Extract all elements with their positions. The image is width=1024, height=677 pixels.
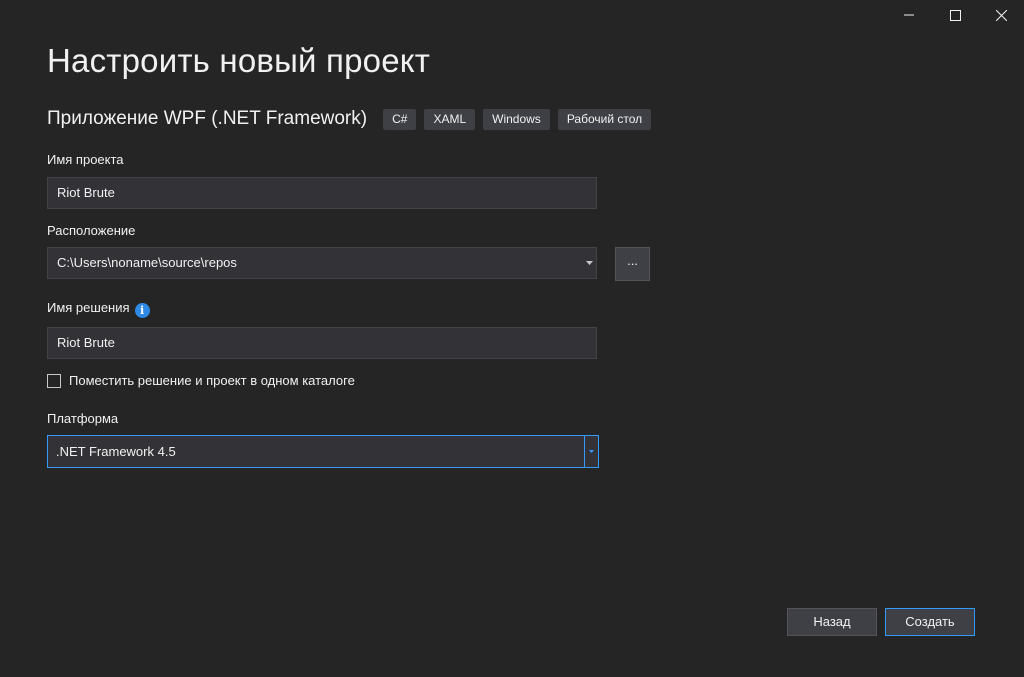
template-name: Приложение WPF (.NET Framework): [47, 108, 368, 129]
close-button[interactable]: [978, 0, 1024, 30]
close-icon: [995, 9, 1007, 21]
tag-windows: Windows: [483, 108, 550, 130]
page-title: Настроить новый проект: [47, 42, 431, 79]
maximize-icon: [949, 9, 961, 21]
location-label: Расположение: [47, 223, 136, 238]
minimize-icon: [904, 14, 914, 16]
solution-name-input[interactable]: Riot Brute: [47, 327, 597, 359]
window-controls: [886, 0, 1024, 30]
location-value: C:\Users\noname\source\repos: [57, 255, 237, 270]
location-combobox[interactable]: C:\Users\noname\source\repos: [47, 247, 597, 279]
create-button[interactable]: Создать: [885, 608, 975, 636]
solution-name-label: Имя решения: [47, 300, 130, 315]
back-button[interactable]: Назад: [787, 608, 877, 636]
chevron-down-icon[interactable]: [582, 248, 596, 278]
project-name-value: Riot Brute: [57, 185, 115, 200]
project-name-input[interactable]: Riot Brute: [47, 177, 597, 209]
tag-desktop: Рабочий стол: [557, 108, 652, 130]
minimize-button[interactable]: [886, 0, 932, 30]
solution-name-label-row: Имя решения i: [47, 300, 150, 318]
solution-name-value: Riot Brute: [57, 335, 115, 350]
info-icon[interactable]: i: [134, 303, 150, 318]
template-header: Приложение WPF (.NET Framework) C# XAML …: [47, 108, 659, 130]
tag-xaml: XAML: [424, 108, 476, 130]
maximize-button[interactable]: [932, 0, 978, 30]
same-directory-label: Поместить решение и проект в одном катал…: [69, 373, 355, 388]
chevron-down-icon[interactable]: [584, 436, 598, 467]
tag-csharp: C#: [383, 108, 417, 130]
platform-value: .NET Framework 4.5: [56, 444, 176, 459]
browse-button[interactable]: ...: [615, 247, 650, 281]
project-name-label: Имя проекта: [47, 152, 124, 167]
platform-label: Платформа: [47, 411, 119, 426]
platform-combobox[interactable]: .NET Framework 4.5: [47, 435, 599, 468]
same-directory-checkbox[interactable]: [47, 373, 61, 388]
same-directory-option[interactable]: Поместить решение и проект в одном катал…: [47, 373, 355, 388]
